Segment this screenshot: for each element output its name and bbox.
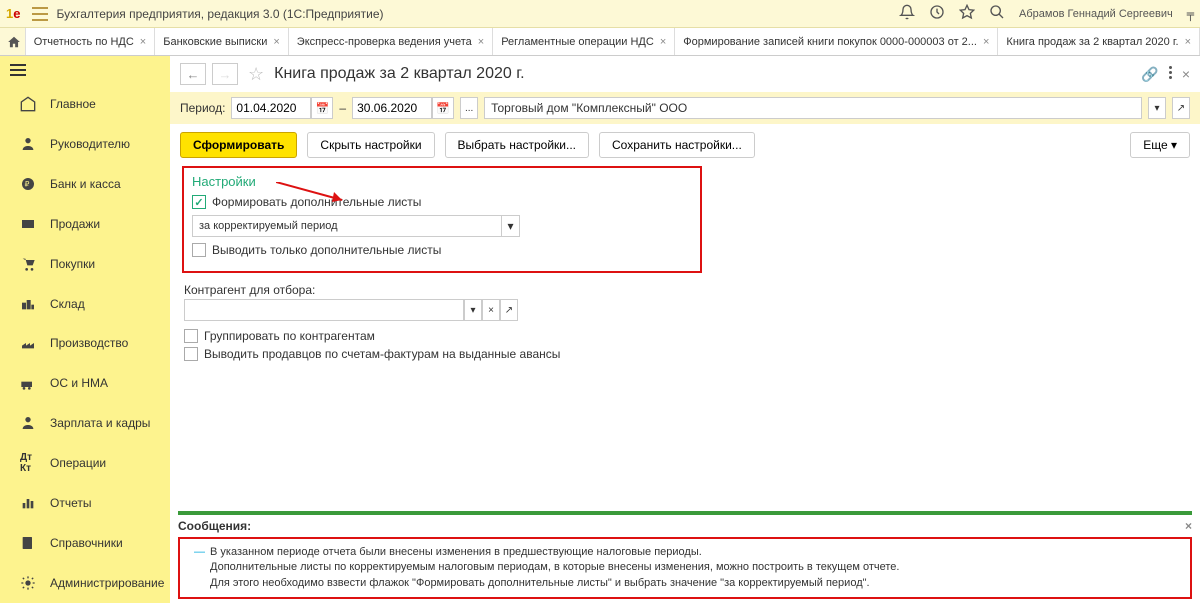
- sidebar-item-purchases[interactable]: Покупки: [0, 244, 170, 284]
- close-icon[interactable]: ×: [1185, 36, 1191, 48]
- dropdown-icon[interactable]: ▾: [1148, 97, 1166, 119]
- generate-button[interactable]: Сформировать: [180, 132, 297, 158]
- checkbox-label: Группировать по контрагентам: [204, 329, 375, 343]
- settings-panel: Настройки Формировать дополнительные лис…: [182, 166, 702, 273]
- tab-sales-book[interactable]: Книга продаж за 2 квартал 2020 г.×: [998, 28, 1200, 55]
- sidebar-item-main[interactable]: Главное: [0, 84, 170, 124]
- message-line: Дополнительные листы по корректируемым н…: [210, 560, 1180, 575]
- dropdown-icon[interactable]: ▾: [502, 215, 520, 237]
- app-title: Бухгалтерия предприятия, редакция 3.0 (1…: [56, 7, 899, 21]
- close-icon[interactable]: ×: [273, 36, 279, 48]
- clear-icon[interactable]: ×: [482, 299, 500, 321]
- sidebar-item-manager[interactable]: Руководителю: [0, 124, 170, 164]
- calendar-icon[interactable]: 📅: [432, 97, 454, 119]
- settings-title: Настройки: [192, 174, 692, 189]
- period-picker-button[interactable]: ...: [460, 97, 478, 119]
- close-icon[interactable]: ×: [660, 36, 666, 48]
- sidebar-item-reports[interactable]: Отчеты: [0, 483, 170, 523]
- app-logo: 1e: [6, 6, 20, 21]
- tab-purchase-book[interactable]: Формирование записей книги покупок 0000-…: [675, 28, 998, 55]
- sidebar-item-admin[interactable]: Администрирование: [0, 563, 170, 603]
- history-icon[interactable]: [929, 4, 945, 23]
- checkbox-show-sellers[interactable]: [184, 347, 198, 361]
- messages-title: Сообщения:: [178, 519, 251, 533]
- sidebar-item-sales[interactable]: Продажи: [0, 204, 170, 244]
- favorite-icon[interactable]: ☆: [248, 64, 264, 85]
- checkbox-label: Выводить продавцов по счетам-фактурам на…: [204, 347, 560, 361]
- svg-text:₽: ₽: [25, 179, 30, 188]
- tab-express-check[interactable]: Экспресс-проверка ведения учета×: [289, 28, 493, 55]
- sidebar-item-operations[interactable]: ДтКтОперации: [0, 443, 170, 483]
- period-type-select[interactable]: за корректируемый период: [192, 215, 502, 237]
- star-icon[interactable]: [959, 4, 975, 23]
- checkbox-label: Выводить только дополнительные листы: [212, 243, 441, 257]
- home-tab[interactable]: [4, 28, 26, 55]
- save-settings-button[interactable]: Сохранить настройки...: [599, 132, 755, 158]
- forward-button[interactable]: →: [212, 63, 238, 85]
- sidebar-toggle[interactable]: [0, 56, 170, 84]
- bell-icon[interactable]: [899, 4, 915, 23]
- document-tabs: Отчетность по НДС× Банковские выписки× Э…: [0, 28, 1200, 56]
- menu-icon[interactable]: [32, 7, 48, 21]
- date-from-input[interactable]: [231, 97, 311, 119]
- link-icon[interactable]: 🔗: [1141, 66, 1158, 83]
- checkbox-group-by[interactable]: [184, 329, 198, 343]
- search-icon[interactable]: [989, 4, 1005, 23]
- dropdown-icon[interactable]: ▾: [464, 299, 482, 321]
- close-icon[interactable]: ×: [983, 36, 989, 48]
- checkbox-form-additional[interactable]: [192, 195, 206, 209]
- sidebar-item-catalogs[interactable]: Справочники: [0, 523, 170, 563]
- open-icon[interactable]: ↗: [1172, 97, 1190, 119]
- tab-vat-ops[interactable]: Регламентные операции НДС×: [493, 28, 675, 55]
- sidebar-item-production[interactable]: Производство: [0, 323, 170, 363]
- checkbox-only-additional[interactable]: [192, 243, 206, 257]
- checkbox-label: Формировать дополнительные листы: [212, 195, 421, 209]
- tab-bank-statements[interactable]: Банковские выписки×: [155, 28, 289, 55]
- username[interactable]: Абрамов Геннадий Сергеевич: [1019, 8, 1173, 20]
- sidebar-item-assets[interactable]: ОС и НМА: [0, 363, 170, 403]
- sidebar: Главное Руководителю ₽Банк и касса Прода…: [0, 56, 170, 603]
- window-close-icon[interactable]: ×: [1182, 66, 1190, 83]
- contractor-label: Контрагент для отбора:: [184, 283, 1186, 297]
- calendar-icon[interactable]: 📅: [311, 97, 333, 119]
- close-icon[interactable]: ×: [1185, 519, 1192, 533]
- organization-input[interactable]: Торговый дом "Комплексный" ООО: [484, 97, 1142, 119]
- date-to-input[interactable]: [352, 97, 432, 119]
- dash: –: [339, 101, 346, 115]
- open-icon[interactable]: ↗: [500, 299, 518, 321]
- page-title: Книга продаж за 2 квартал 2020 г.: [274, 65, 524, 83]
- sidebar-item-bank[interactable]: ₽Банк и касса: [0, 164, 170, 204]
- tab-vat-reporting[interactable]: Отчетность по НДС×: [26, 28, 156, 55]
- more-icon[interactable]: [1169, 66, 1172, 83]
- back-button[interactable]: ←: [180, 63, 206, 85]
- close-icon[interactable]: ×: [478, 36, 484, 48]
- hide-settings-button[interactable]: Скрыть настройки: [307, 132, 434, 158]
- period-label: Период:: [180, 101, 225, 115]
- more-button[interactable]: Еще ▾: [1130, 132, 1190, 158]
- close-icon[interactable]: ×: [140, 36, 146, 48]
- message-line: Для этого необходимо взвести флажок "Фор…: [210, 576, 1180, 591]
- sidebar-item-warehouse[interactable]: Склад: [0, 284, 170, 324]
- minimize-icon[interactable]: ╤: [1187, 7, 1194, 21]
- choose-settings-button[interactable]: Выбрать настройки...: [445, 132, 589, 158]
- sidebar-item-payroll[interactable]: Зарплата и кадры: [0, 403, 170, 443]
- contractor-input[interactable]: [184, 299, 464, 321]
- message-line: —В указанном периоде отчета были внесены…: [210, 545, 1180, 560]
- messages-panel: Сообщения: × —В указанном периоде отчета …: [178, 511, 1192, 599]
